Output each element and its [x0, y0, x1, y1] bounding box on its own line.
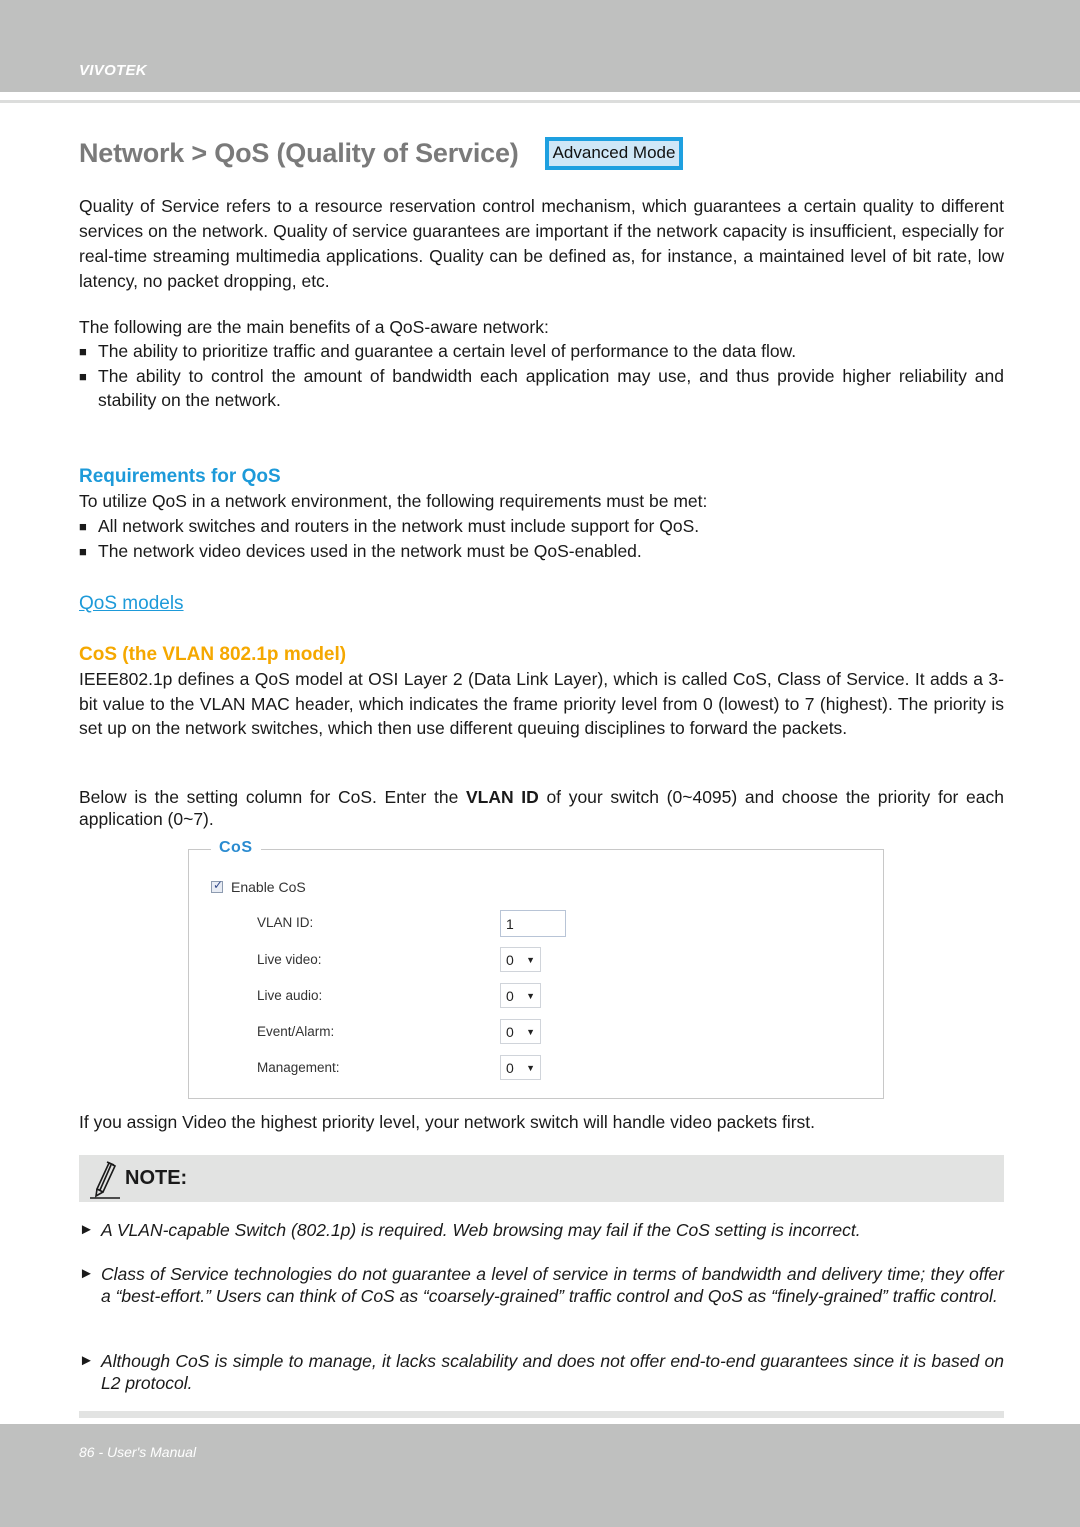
live-video-priority-select[interactable]: 0 ▼: [500, 947, 541, 972]
benefits-section: The following are the main benefits of a…: [79, 315, 1004, 412]
dropdown-arrow-icon: ▼: [526, 954, 535, 965]
arrow-bullet-icon: ►: [79, 1221, 94, 1238]
note-item: ► Class of Service technologies do not g…: [79, 1264, 1004, 1306]
benefit-item: ■ The ability to prioritize traffic and …: [79, 339, 1004, 364]
bullet-square-icon: ■: [79, 344, 87, 359]
after-panel-text: If you assign Video the highest priority…: [79, 1112, 816, 1132]
intro-section: Quality of Service refers to a resource …: [79, 194, 1004, 294]
benefits-lead: The following are the main benefits of a…: [79, 317, 549, 337]
intro-paragraph: Quality of Service refers to a resource …: [79, 196, 1004, 291]
enable-cos-checkbox[interactable]: Enable CoS: [211, 878, 306, 895]
event-alarm-priority-select[interactable]: 0 ▼: [500, 1019, 541, 1044]
benefit-item: ■ The ability to control the amount of b…: [79, 366, 1004, 410]
arrow-bullet-icon: ►: [79, 1265, 94, 1282]
dropdown-arrow-icon: ▼: [526, 1062, 535, 1073]
footer-divider: [79, 1411, 1004, 1418]
header-band: VIVOTEK: [0, 0, 1080, 92]
management-priority-select[interactable]: 0 ▼: [500, 1055, 541, 1080]
live-audio-label: Live audio:: [257, 988, 323, 1003]
header-divider: [0, 100, 1080, 103]
requirements-heading: Requirements for QoS: [79, 466, 281, 487]
cos-section: CoS (the VLAN 802.1p model) IEEE802.1p d…: [79, 642, 1004, 741]
bullet-square-icon: ■: [79, 369, 87, 384]
cos-panel-legend: CoS: [211, 839, 261, 857]
requirement-item: ■ All network switches and routers in th…: [79, 514, 1004, 539]
page-title: Network > QoS (Quality of Service): [79, 138, 519, 168]
bullet-square-icon: ■: [79, 519, 87, 534]
note-item: ► A VLAN-capable Switch (802.1p) is requ…: [79, 1220, 861, 1240]
models-section: QoS models: [79, 591, 1004, 616]
arrow-bullet-icon: ►: [79, 1352, 94, 1369]
brand-logo: VIVOTEK: [79, 62, 147, 79]
checkbox-checked-icon[interactable]: [211, 878, 223, 893]
event-alarm-label: Event/Alarm:: [257, 1024, 335, 1039]
management-label: Management:: [257, 1060, 340, 1075]
vlan-id-label: VLAN ID:: [257, 915, 314, 930]
cos-paragraph: IEEE802.1p defines a QoS model at OSI La…: [79, 669, 1004, 738]
footer-band: [0, 1424, 1080, 1527]
vlan-id-input[interactable]: [500, 910, 566, 937]
qos-models-link[interactable]: QoS models: [79, 593, 184, 614]
live-video-label: Live video:: [257, 952, 322, 967]
setting-instructions: Below is the setting column for CoS. Ent…: [79, 787, 1004, 829]
pencil-icon: [90, 1160, 120, 1199]
note-item: ► Although CoS is simple to manage, it l…: [79, 1351, 1004, 1393]
page-number-footer: 86 - User's Manual: [79, 1444, 197, 1460]
cos-heading: CoS (the VLAN 802.1p model): [79, 644, 347, 665]
requirements-section: Requirements for QoS To utilize QoS in a…: [79, 464, 1004, 564]
vlan-id-emphasis: VLAN ID: [466, 787, 539, 807]
title-row: Network > QoS (Quality of Service) Advan…: [79, 137, 684, 170]
note-header: NOTE:: [79, 1155, 1004, 1202]
cos-settings-panel: CoS Enable CoS VLAN ID: Live video: 0▼ L…: [188, 839, 884, 1099]
requirements-lead: To utilize QoS in a network environment,…: [79, 491, 708, 511]
advanced-mode-badge: Advanced Mode: [544, 137, 684, 170]
dropdown-arrow-icon: ▼: [526, 1026, 535, 1037]
dropdown-arrow-icon: ▼: [526, 990, 535, 1001]
note-label: NOTE:: [125, 1167, 188, 1189]
requirement-item: ■ The network video devices used in the …: [79, 539, 1004, 564]
live-audio-priority-select[interactable]: 0 ▼: [500, 983, 541, 1008]
bullet-square-icon: ■: [79, 544, 87, 559]
